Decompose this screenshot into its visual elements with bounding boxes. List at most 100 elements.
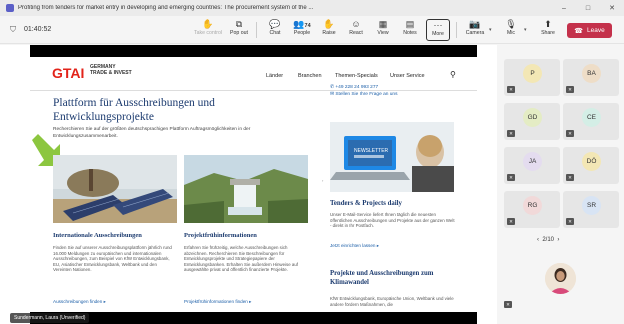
mic-off-icon: 🎙 — [505, 19, 517, 29]
mic-muted-icon: ✕ — [507, 174, 515, 181]
avatar: SR — [582, 196, 601, 215]
mic-muted-icon: ✕ — [566, 174, 574, 181]
contact-link[interactable]: Stellen Sie Ihre Frage an uns — [335, 92, 397, 97]
nav-laender[interactable]: Länder — [266, 73, 283, 79]
participant-tile[interactable]: P ✕ — [504, 59, 560, 96]
participant-tile[interactable]: SR ✕ — [563, 191, 619, 228]
pop-out-icon: ⧉ — [235, 19, 243, 29]
chat-icon: 💬 — [269, 19, 281, 29]
participant-tile[interactable]: CE ✕ — [563, 103, 619, 140]
avatar: CE — [582, 108, 601, 127]
letterbox-top — [30, 45, 477, 57]
gtai-logo-subtitle: GERMANY TRADE & INVEST — [90, 64, 132, 76]
avatar: JA — [523, 152, 542, 171]
teams-app-icon — [6, 4, 14, 12]
gtai-logo[interactable]: GTAI — [52, 65, 84, 81]
title-bar: Profiting from tenders for market entry … — [0, 0, 624, 16]
participant-pager: ‹ 2/10 › — [537, 237, 559, 243]
search-icon[interactable]: ⚲ — [450, 70, 456, 79]
leave-button[interactable]: ☎ Leave — [567, 23, 612, 38]
chat-button[interactable]: 💬 Chat — [260, 19, 290, 41]
notes-button[interactable]: ▤ Notes — [395, 19, 425, 41]
view-icon: ▦ — [378, 19, 388, 29]
newsletter-laptop-image: NEWSLETTER — [330, 122, 454, 192]
self-mic-muted-icon: ✕ — [504, 301, 512, 308]
pop-out-button[interactable]: ⧉ Pop out — [224, 19, 254, 41]
card-text-ausschreibungen: Finden Sie auf unserer Ausschreibungspla… — [53, 245, 172, 273]
react-icon: ☺ — [351, 19, 361, 29]
section-text-klimawandel: KfW Entwicklungsbank, Europäische Union,… — [330, 296, 454, 307]
react-button[interactable]: ☺ React — [341, 19, 371, 41]
people-button[interactable]: 👥74 People — [287, 19, 317, 41]
raise-hand-button[interactable]: ✋ Raise — [314, 19, 344, 41]
mic-muted-icon: ✕ — [566, 218, 574, 225]
contact-phone[interactable]: +49 228 24 993 277 — [335, 85, 378, 90]
card-title-ausschreibungen[interactable]: Internationale Ausschreibungen — [53, 232, 142, 239]
pager-next-button[interactable]: › — [557, 237, 559, 243]
section-title-tenders-daily[interactable]: Tenders & Projects daily — [330, 200, 402, 209]
mic-muted-icon: ✕ — [566, 86, 574, 93]
page-intro: Recherchieren Sie auf der größten deutsc… — [53, 127, 251, 139]
avatar: GD — [523, 108, 542, 127]
participant-tile[interactable]: JA ✕ — [504, 147, 560, 184]
nav-themen-specials[interactable]: Themen-Specials — [335, 73, 378, 79]
participant-tile[interactable]: GD ✕ — [504, 103, 560, 140]
take-control-icon: ✋ — [202, 19, 214, 29]
meeting-toolbar: ⛉ 01:40:52 ✋ Take control ⧉ Pop out 💬 Ch… — [0, 16, 624, 44]
avatar: DÖ — [582, 152, 601, 171]
card-text-projektfruehinformationen: Erfahren Sie frühzeitig, welche Ausschre… — [184, 245, 298, 273]
presenter-name-label: Sundermann, Laura (Unverified) — [10, 313, 90, 323]
more-icon: ··· — [433, 20, 443, 30]
people-icon: 👥 — [293, 19, 305, 29]
nav-branchen[interactable]: Branchen — [298, 73, 322, 79]
link-ausschreibungen-finden[interactable]: Ausschreibungen finden ▸ — [53, 299, 106, 305]
mic-muted-icon: ✕ — [507, 130, 515, 137]
elapsed-time: 01:40:52 — [24, 26, 52, 33]
share-icon: ⬆ — [544, 19, 552, 29]
website-header: GTAI GERMANY TRADE & INVEST Länder Branc… — [30, 57, 477, 91]
shield-icon: ⛉ — [10, 24, 16, 34]
window-title: Profiting from tenders for market entry … — [18, 5, 314, 11]
meeting-timer: ⛉ 01:40:52 — [10, 25, 190, 35]
link-projektfruehinformationen-finden[interactable]: Projektfrühinformationen finden ▸ — [184, 299, 251, 305]
pager-prev-button[interactable]: ‹ — [537, 237, 539, 243]
toolbar-divider — [456, 22, 457, 38]
avatar: BA — [582, 64, 601, 83]
toolbar-divider — [256, 22, 257, 38]
section-text-tenders-daily: Unser E-Mail-Service liefert Ihnen tägli… — [330, 212, 455, 229]
camera-off-icon: 📷 — [469, 19, 481, 29]
mic-options-chevron-icon[interactable]: ▾ — [524, 27, 527, 33]
maximize-button[interactable]: □ — [576, 5, 600, 12]
carousel-control[interactable]: › — [322, 178, 323, 183]
view-button[interactable]: ▦ View — [368, 19, 398, 41]
camera-button[interactable]: 📷 Camera — [460, 19, 490, 41]
avatar: RG — [523, 196, 542, 215]
camera-options-chevron-icon[interactable]: ▾ — [489, 27, 492, 33]
mic-muted-icon: ✕ — [507, 86, 515, 93]
link-jetzt-einrichten[interactable]: Jetzt einrichten lassen ▸ — [330, 243, 379, 249]
nav-unser-service[interactable]: Unser Service — [390, 73, 425, 79]
page-title: Plattform für Ausschreibungen und Entwic… — [53, 97, 215, 123]
avatar: P — [523, 64, 542, 83]
mic-muted-icon: ✕ — [507, 218, 515, 225]
hydro-dam-image — [184, 155, 308, 223]
close-window-button[interactable]: ✕ — [600, 4, 624, 12]
take-control-button[interactable]: ✋ Take control — [193, 19, 223, 41]
mic-muted-icon: ✕ — [566, 130, 574, 137]
section-title-klimawandel[interactable]: Projekte und Ausschreibungen zum Klimawa… — [330, 270, 460, 287]
participant-tile[interactable]: DÖ ✕ — [563, 147, 619, 184]
participant-tile[interactable]: BA ✕ — [563, 59, 619, 96]
self-view-video[interactable] — [545, 263, 576, 294]
mic-button[interactable]: 🎙 Mic — [496, 19, 526, 41]
contact-box: ✆ +49 228 24 993 277 ✉ Stellen Sie Ihre … — [330, 84, 398, 98]
participant-tile[interactable]: RG ✕ — [504, 191, 560, 228]
page-indicator: 2/10 — [542, 237, 555, 243]
minimize-button[interactable]: – — [552, 5, 576, 12]
more-button[interactable]: ··· More — [426, 19, 450, 41]
card-title-projektfruehinformationen[interactable]: Projektfrühinformationen — [184, 232, 257, 239]
notes-icon: ▤ — [405, 19, 415, 29]
newsletter-screen-label: NEWSLETTER — [354, 148, 389, 154]
share-button[interactable]: ⬆ Share — [533, 19, 563, 41]
solar-panels-image — [53, 155, 177, 223]
people-count: 74 — [304, 23, 311, 29]
